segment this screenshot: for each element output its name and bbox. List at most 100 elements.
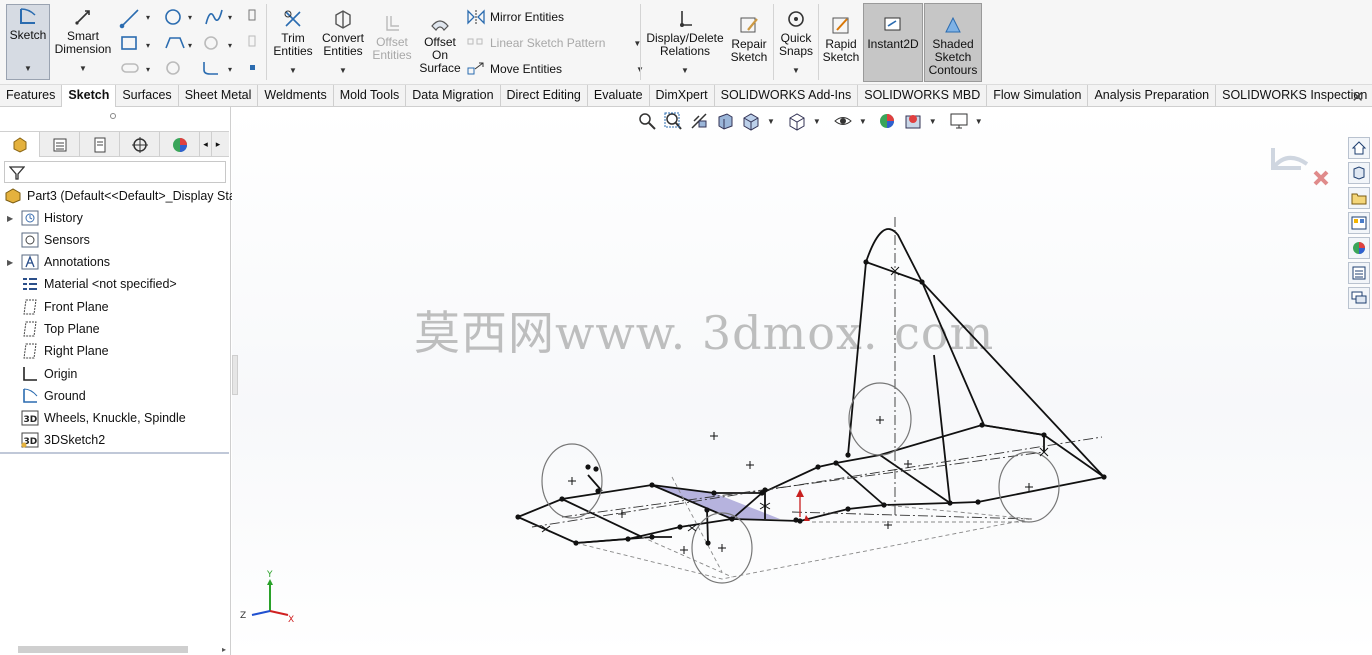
frame-members	[517, 228, 1105, 544]
instant2d-button[interactable]: Instant2D	[863, 3, 923, 82]
tab-feature-tree[interactable]	[0, 132, 40, 157]
tree-item-right-plane[interactable]: Right Plane	[0, 340, 109, 362]
tab-evaluate[interactable]: Evaluate	[588, 85, 650, 107]
3d-sketch-wireframe[interactable]	[232, 107, 1372, 655]
tree-filter[interactable]	[4, 161, 226, 183]
tab-solidworks-add-ins[interactable]: SOLIDWORKS Add-Ins	[715, 85, 859, 107]
tab-solidworks-inspection[interactable]: SOLIDWORKS Inspection	[1216, 85, 1372, 107]
tree-item-label: 3DSketch2	[44, 433, 106, 447]
tab-direct-editing[interactable]: Direct Editing	[501, 85, 588, 107]
tab-data-migration[interactable]: Data Migration	[406, 85, 501, 107]
shaded-sketch-contours-button[interactable]: Shaded Sketch Contours	[924, 3, 982, 82]
tree-item-3dsketch2[interactable]: 3D 3DSketch2	[0, 429, 105, 451]
repair-sketch-icon	[740, 17, 758, 33]
annotations-icon	[21, 254, 39, 270]
tree-item-front-plane[interactable]: Front Plane	[0, 296, 109, 318]
smart-dimension-button[interactable]: Smart Dimension ▼	[54, 6, 112, 75]
chevron-down-icon[interactable]: ▼	[289, 64, 297, 77]
tree-item-material[interactable]: Material <not specified>	[0, 273, 177, 295]
convert-entities-icon	[335, 10, 351, 29]
wheels	[541, 382, 1060, 584]
origin-icon	[21, 366, 39, 382]
separator	[640, 4, 641, 80]
offset-on-surface-button[interactable]: Offset On Surface	[418, 12, 462, 75]
tab-sketch[interactable]: Sketch	[62, 85, 117, 107]
tab-flow-simulation[interactable]: Flow Simulation	[987, 85, 1089, 107]
scroll-right-icon[interactable]: ▸	[222, 645, 226, 654]
tree-item-history[interactable]: ▶ History	[0, 207, 83, 229]
move-entities-button[interactable]: Move Entities ▼	[466, 61, 644, 77]
tree-item-wheels-knuckle-spindle[interactable]: 3D Wheels, Knuckle, Spindle	[0, 407, 186, 429]
reference-triad: Y Z X	[240, 570, 294, 625]
tab-display-manager[interactable]	[160, 132, 200, 157]
separator	[818, 4, 819, 80]
feature-manager-tabs: ◂ ▸	[0, 131, 229, 157]
rectangle-icon	[121, 36, 137, 50]
offset-entities-label-2: Entities	[372, 48, 412, 62]
tab-weldments[interactable]: Weldments	[258, 85, 334, 107]
part-icon	[4, 188, 22, 204]
center-markers	[541, 266, 1049, 554]
tree-item-label: Front Plane	[44, 300, 109, 314]
mirror-entities-button[interactable]: Mirror Entities	[466, 9, 564, 25]
chevron-down-icon[interactable]: ▼	[681, 64, 689, 77]
tab-mold-tools[interactable]: Mold Tools	[334, 85, 407, 107]
horizontal-scrollbar[interactable]	[18, 646, 188, 653]
offset-entities-button[interactable]: Offset Entities	[370, 12, 414, 62]
linear-sketch-pattern-button[interactable]: Linear Sketch Pattern ▼	[466, 35, 641, 51]
chevron-down-icon[interactable]: ▼	[24, 62, 32, 75]
tree-item-label: Origin	[44, 367, 78, 381]
tab-features[interactable]: Features	[0, 85, 63, 107]
expand-icon[interactable]: ▶	[7, 214, 17, 223]
sketch-icon	[21, 388, 39, 404]
convert-entities-button[interactable]: Convert Entities ▼	[318, 8, 368, 77]
plane-icon	[21, 321, 39, 337]
tab-configuration-manager[interactable]	[80, 132, 120, 157]
tab-scroll-right-icon[interactable]: ▸	[212, 132, 224, 157]
plane-icon	[21, 299, 39, 315]
tree-item-annotations[interactable]: ▶ Annotations	[0, 251, 110, 273]
trim-entities-button[interactable]: Trim Entities ▼	[271, 8, 315, 77]
tab-solidworks-mbd[interactable]: SOLIDWORKS MBD	[858, 85, 988, 107]
sketch-points	[515, 259, 1107, 546]
repair-label-2: Sketch	[730, 50, 768, 64]
svg-text:▾: ▾	[228, 41, 232, 50]
tab-surfaces[interactable]: Surfaces	[116, 85, 179, 107]
tab-scroll-left-icon[interactable]: ◂	[200, 132, 212, 157]
graphics-area[interactable]: ▼ ▼ ▼ ▼ ▼ 莫西网www. 3dmox. com Y Z X	[232, 107, 1372, 655]
tree-item-ground[interactable]: Ground	[0, 385, 86, 407]
rapid-sketch-button[interactable]: Rapid Sketch	[820, 14, 862, 64]
display-delete-relations-button[interactable]: Display/Delete Relations ▼	[644, 8, 726, 77]
tab-dimxpert[interactable]: DimXpert	[650, 85, 715, 107]
tree-root-part[interactable]: Part3 (Default<<Default>_Display Sta	[0, 185, 236, 207]
quick-snaps-button[interactable]: Quick Snaps ▼	[776, 8, 816, 77]
chevron-down-icon[interactable]: ▼	[339, 64, 347, 77]
panel-grip-icon[interactable]	[110, 113, 116, 119]
chevron-down-icon[interactable]: ▼	[792, 64, 800, 77]
repair-sketch-button[interactable]: Repair Sketch	[728, 14, 770, 64]
trim-label-2: Entities	[273, 44, 313, 58]
tree-item-origin[interactable]: Origin	[0, 363, 77, 385]
configuration-icon	[94, 137, 105, 152]
sketch-entities-tools[interactable]: ▾ ▾ ▾ ▾ ▾ ▾ ▾ ▾	[118, 6, 263, 80]
slot-icon	[165, 37, 185, 49]
relations-icon	[680, 11, 692, 27]
chevron-down-icon[interactable]: ▼	[79, 62, 87, 75]
expand-icon[interactable]: ▶	[7, 258, 17, 267]
tree-item-label: Sensors	[44, 233, 90, 247]
move-label: Move Entities	[490, 62, 563, 76]
sketch-button[interactable]: Sketch ▼	[6, 4, 50, 80]
tab-dimxpert-manager[interactable]	[120, 132, 160, 157]
instant2d-icon	[884, 17, 901, 31]
tree-item-label: Wheels, Knuckle, Spindle	[44, 411, 186, 425]
tab-property-manager[interactable]	[40, 132, 80, 157]
tab-analysis-preparation[interactable]: Analysis Preparation	[1088, 85, 1217, 107]
property-manager-icon	[53, 138, 66, 151]
instant2d-label: Instant2D	[867, 37, 919, 51]
trim-icon	[284, 10, 301, 27]
tree-item-top-plane[interactable]: Top Plane	[0, 318, 100, 340]
tree-item-sensors[interactable]: Sensors	[0, 229, 90, 251]
smart-dimension-icon	[75, 10, 90, 25]
close-icon[interactable]: ✕	[1351, 88, 1364, 106]
tab-sheet-metal[interactable]: Sheet Metal	[179, 85, 259, 107]
